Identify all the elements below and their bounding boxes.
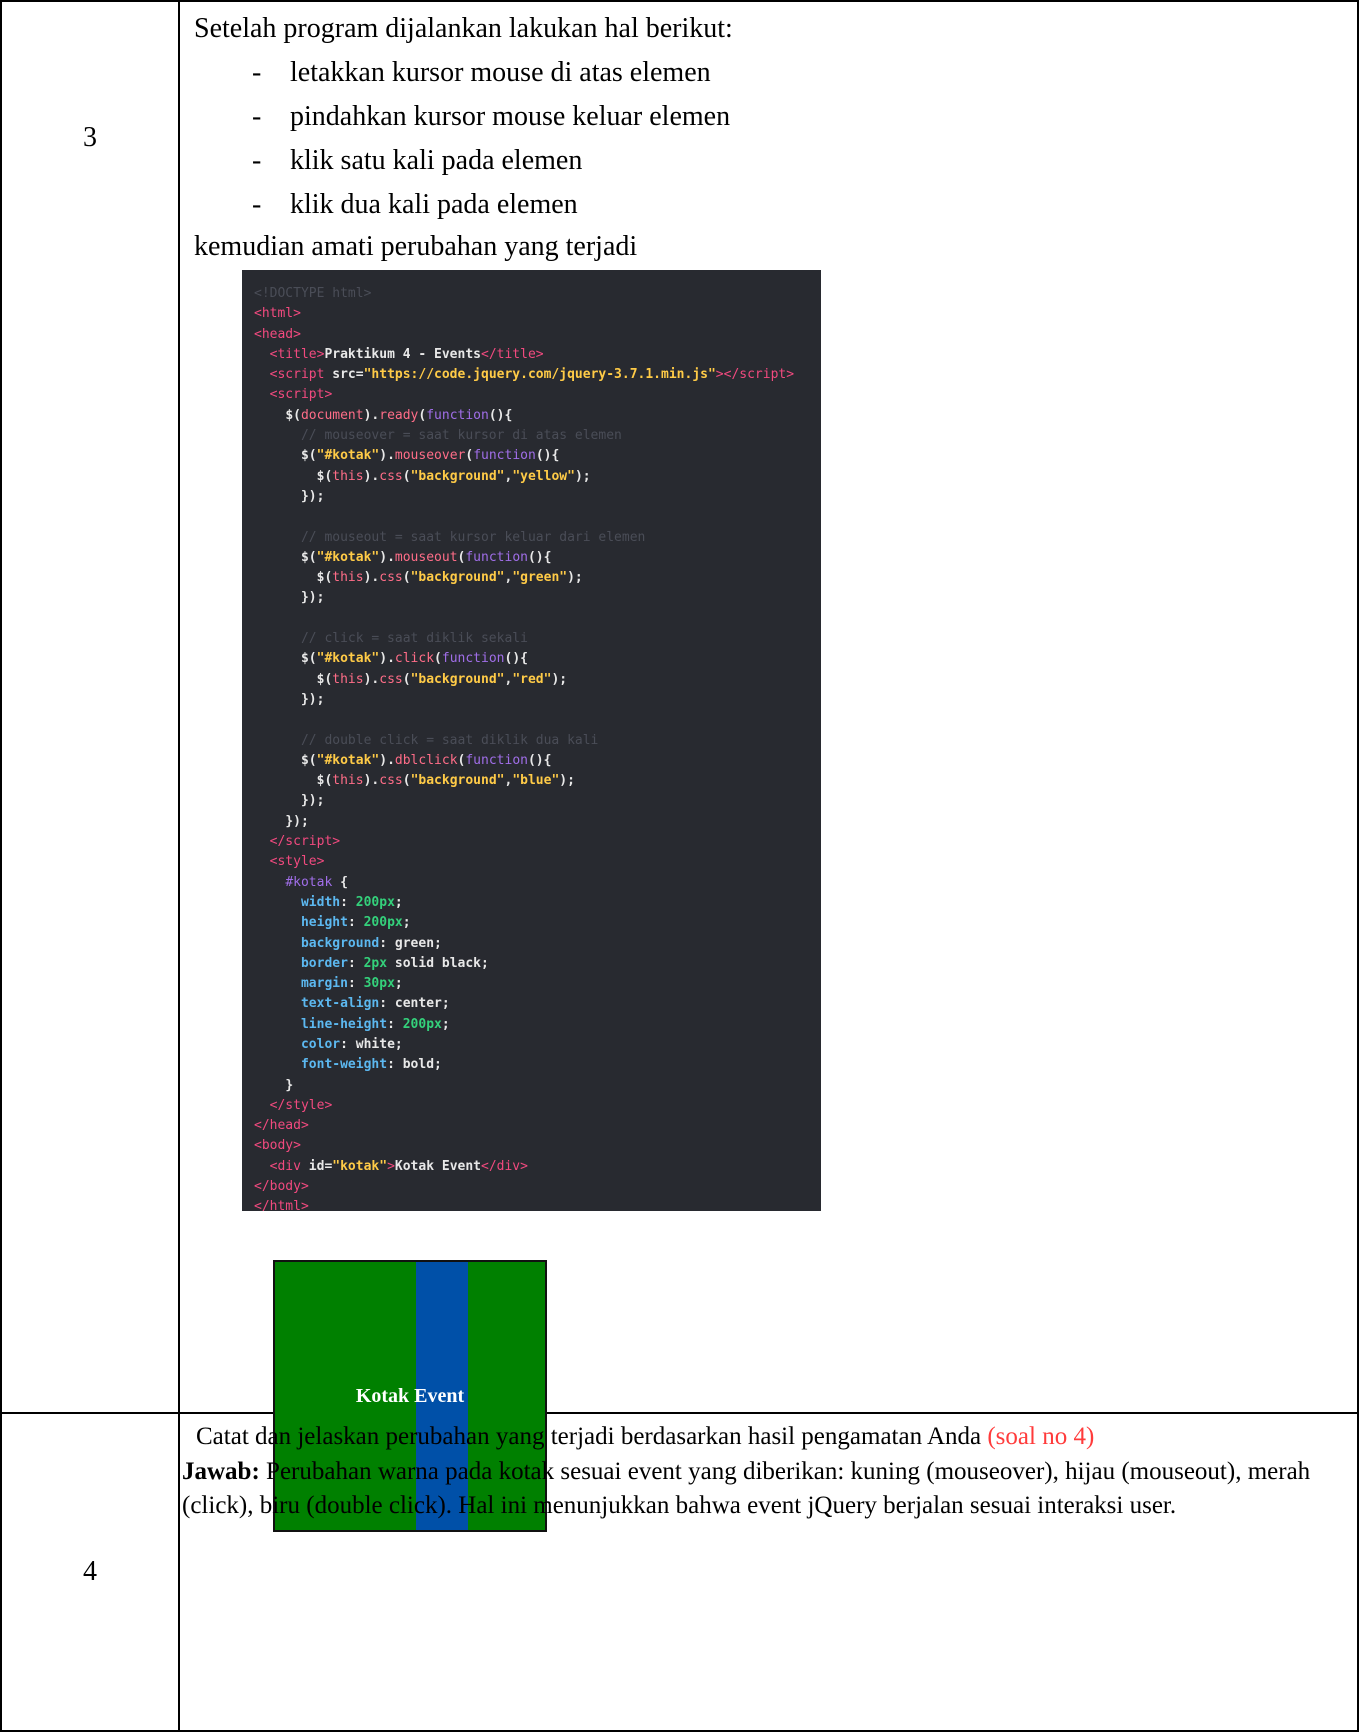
question-reference: (soal no 4) bbox=[987, 1423, 1095, 1450]
bullet: - bbox=[252, 189, 262, 220]
step-3: klik satu kali pada elemen bbox=[290, 145, 583, 176]
bullet: - bbox=[252, 101, 262, 132]
instruction-conclusion: kemudian amati perubahan yang terjadi bbox=[194, 231, 638, 262]
code-string: "blue" bbox=[512, 773, 560, 789]
code-comment: // mouseover = saat kursor di atas eleme… bbox=[300, 428, 622, 444]
code-string: "background" bbox=[410, 773, 505, 789]
bullet: - bbox=[252, 145, 262, 176]
code-selector: "#kotak" bbox=[316, 651, 380, 667]
code-string: "green" bbox=[512, 570, 568, 586]
step-4: klik dua kali pada elemen bbox=[290, 189, 578, 220]
step-1: letakkan kursor mouse di atas elemen bbox=[290, 57, 711, 88]
instruction-intro: Setelah program dijalankan lakukan hal b… bbox=[194, 13, 733, 44]
code-doctype: <!DOCTYPE html> bbox=[254, 286, 372, 301]
code-string: "background" bbox=[410, 671, 505, 687]
code-div-id: "kotak" bbox=[332, 1158, 388, 1174]
answer-block: Jawab: Perubahan warna pada kotak sesuai… bbox=[182, 1455, 1352, 1523]
code-div-text: Kotak Event bbox=[394, 1158, 481, 1174]
code-selector: "#kotak" bbox=[316, 549, 380, 565]
step-2: pindahkan kursor mouse keluar elemen bbox=[290, 101, 731, 132]
question-4: Catat dan jelaskan perubahan yang terjad… bbox=[196, 1420, 1094, 1454]
code-string: "background" bbox=[410, 468, 505, 484]
answer-text: Perubahan warna pada kotak sesuai event … bbox=[182, 1458, 1311, 1519]
code-selector: "#kotak" bbox=[316, 448, 380, 464]
question-text: Catat dan jelaskan perubahan yang terjad… bbox=[196, 1423, 982, 1450]
row-divider bbox=[0, 1412, 1359, 1414]
column-divider bbox=[178, 0, 180, 1732]
bullet: - bbox=[252, 57, 262, 88]
code-comment: // mouseout = saat kursor keluar dari el… bbox=[300, 529, 646, 545]
answer-label: Jawab: bbox=[182, 1458, 260, 1485]
code-string: "red" bbox=[512, 671, 552, 687]
code-title-text: Praktikum 4 - Events bbox=[324, 346, 481, 362]
row-number-4: 4 bbox=[83, 1556, 97, 1587]
code-script-src: "https://code.jquery.com/jquery-3.7.1.mi… bbox=[363, 367, 716, 383]
code-selector: "#kotak" bbox=[316, 752, 380, 768]
code-string: "background" bbox=[410, 570, 505, 586]
code-screenshot: <!DOCTYPE html> <html> <head> <title>Pra… bbox=[242, 270, 821, 1214]
row-number-3: 3 bbox=[83, 122, 97, 153]
code-string: "yellow" bbox=[512, 468, 575, 484]
table-border-top bbox=[0, 0, 1359, 2]
code-comment: // double click = saat diklik dua kali bbox=[300, 732, 599, 748]
table-border-left bbox=[0, 0, 2, 1732]
code-comment: // click = saat diklik sekali bbox=[300, 631, 528, 647]
